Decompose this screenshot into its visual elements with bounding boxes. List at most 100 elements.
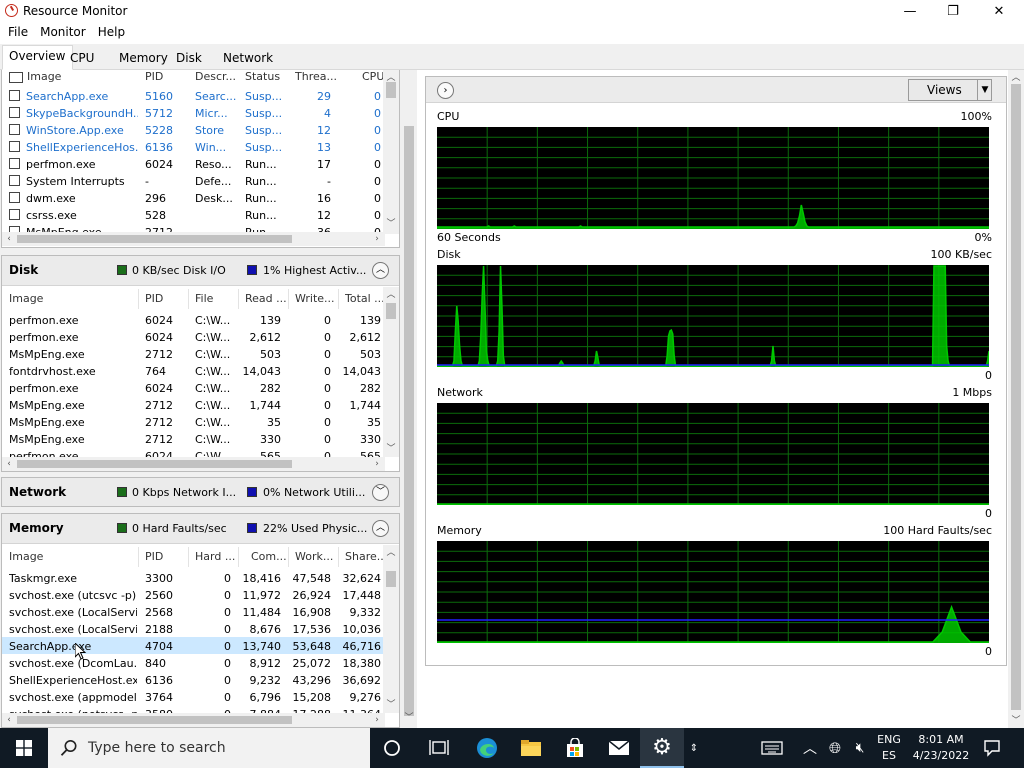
- col-hard-faults[interactable]: Hard ...: [195, 550, 235, 563]
- row-checkbox[interactable]: [9, 107, 20, 118]
- memory-panel-header[interactable]: Memory 0 Hard Faults/sec 22% Used Physic…: [2, 514, 399, 544]
- table-row[interactable]: MsMpEng.exe 2712 C:\W... 330 0 330: [2, 430, 385, 447]
- scroll-thumb[interactable]: [404, 126, 414, 716]
- table-row[interactable]: dwm.exe 296 Desk... Run... 16 0: [2, 189, 385, 206]
- memory-vscroll[interactable]: ︿ ﹀: [383, 545, 399, 713]
- table-row[interactable]: perfmon.exe 6024 C:\W... 282 0 282: [2, 379, 385, 396]
- scroll-left-arrow[interactable]: ‹: [2, 457, 16, 471]
- memory-hscroll[interactable]: ‹ ›: [2, 713, 385, 727]
- dropdown-arrow-icon[interactable]: ▼: [977, 80, 992, 100]
- col-total[interactable]: Total ...: [345, 292, 385, 305]
- action-center-keyboard-button[interactable]: [752, 728, 792, 768]
- notifications-button[interactable]: [975, 728, 1009, 768]
- views-button[interactable]: Views ▼: [908, 79, 992, 101]
- expand-chevron-icon[interactable]: ﹀: [372, 484, 389, 501]
- left-pane-vscroll[interactable]: ﹀: [401, 70, 417, 728]
- table-row[interactable]: System Interrupts - Defe... Run... - 0: [2, 172, 385, 189]
- maximize-button[interactable]: ❐: [930, 0, 976, 22]
- table-row[interactable]: svchost.exe (DcomLau... 840 0 8,912 25,072 18…: [2, 654, 385, 671]
- row-checkbox[interactable]: [9, 124, 20, 135]
- scroll-down-arrow[interactable]: ﹀: [401, 710, 417, 724]
- table-row[interactable]: fontdrvhost.exe 764 C:\W... 14,043 0 14,043: [2, 362, 385, 379]
- row-checkbox[interactable]: [9, 141, 20, 152]
- taskbar-search-box[interactable]: Type here to search: [48, 728, 370, 768]
- table-row[interactable]: perfmon.exe 6024 C:\W... 2,612 0 2,612: [2, 328, 385, 345]
- col-pid[interactable]: PID: [145, 70, 163, 83]
- collapse-graphs-arrow-icon[interactable]: ›: [437, 82, 454, 99]
- col-read[interactable]: Read ...: [245, 292, 287, 305]
- scroll-thumb[interactable]: [1011, 84, 1021, 710]
- tab-disk[interactable]: Disk: [169, 47, 209, 69]
- scroll-up-arrow[interactable]: ︿: [383, 287, 399, 301]
- table-row[interactable]: perfmon.exe 6024 Reso... Run... 17 0: [2, 155, 385, 172]
- col-shareable[interactable]: Share...: [345, 550, 387, 563]
- table-row[interactable]: SearchApp.exe 4704 0 13,740 53,648 46,716: [2, 637, 385, 654]
- table-row[interactable]: ShellExperienceHos... 6136 Win... Susp... 13…: [2, 138, 385, 155]
- scroll-right-arrow[interactable]: ›: [370, 713, 384, 727]
- scroll-thumb[interactable]: [386, 82, 396, 98]
- cpu-hscroll[interactable]: ‹ ›: [2, 232, 385, 246]
- col-threads[interactable]: Threa...: [295, 70, 337, 83]
- disk-panel-header[interactable]: Disk 0 KB/sec Disk I/O 1% Highest Activ.…: [2, 256, 399, 286]
- table-row[interactable]: svchost.exe (appmodel... 3764 0 6,796 15,208…: [2, 688, 385, 705]
- col-status[interactable]: Status: [245, 70, 280, 83]
- select-all-checkbox[interactable]: [9, 72, 23, 83]
- network-globe-icon[interactable]: 🌐︎: [822, 728, 848, 768]
- show-hidden-icons-chevron-icon[interactable]: ︿: [798, 728, 822, 768]
- row-checkbox[interactable]: [9, 158, 20, 169]
- row-checkbox[interactable]: [9, 175, 20, 186]
- table-row[interactable]: Taskmgr.exe 3300 0 18,416 47,548 32,624: [2, 569, 385, 586]
- scroll-up-arrow[interactable]: ︿: [1008, 70, 1024, 84]
- col-description[interactable]: Descr...: [195, 70, 236, 83]
- table-row[interactable]: MsMpEng.exe 2712 C:\W... 1,744 0 1,744: [2, 396, 385, 413]
- col-image[interactable]: Image: [9, 550, 43, 563]
- network-panel-header[interactable]: Network 0 Kbps Network I... 0% Network U…: [2, 478, 399, 506]
- volume-muted-icon[interactable]: 🔇︎: [848, 728, 872, 768]
- resource-monitor-taskbar-button[interactable]: ⚙: [640, 728, 684, 768]
- disk-hscroll[interactable]: ‹ ›: [2, 457, 385, 471]
- col-commit[interactable]: Com...: [251, 550, 287, 563]
- scroll-down-arrow[interactable]: ﹀: [383, 441, 399, 455]
- scroll-down-arrow[interactable]: ﹀: [1008, 713, 1024, 727]
- clock[interactable]: 8:01 AM 4/23/2022: [910, 732, 972, 764]
- table-row[interactable]: svchost.exe (LocalServi... 2188 0 8,676 17,5…: [2, 620, 385, 637]
- table-row[interactable]: csrss.exe 528 Run... 12 0: [2, 206, 385, 223]
- file-explorer-button[interactable]: [509, 728, 553, 768]
- scroll-down-arrow[interactable]: ﹀: [383, 216, 399, 230]
- col-working-set[interactable]: Work...: [295, 550, 333, 563]
- table-row[interactable]: svchost.exe (utcsvc -p) 2560 0 11,972 26,924…: [2, 586, 385, 603]
- task-view-button[interactable]: [417, 728, 461, 768]
- scroll-right-arrow[interactable]: ›: [370, 457, 384, 471]
- scroll-thumb[interactable]: [386, 303, 396, 319]
- edge-browser-button[interactable]: [465, 728, 509, 768]
- table-row[interactable]: perfmon.exe 6024 C:\W... 139 0 139: [2, 311, 385, 328]
- scroll-up-arrow[interactable]: ︿: [383, 545, 399, 559]
- disk-vscroll[interactable]: ︿ ﹀: [383, 287, 399, 457]
- menu-help[interactable]: Help: [94, 22, 133, 44]
- minimize-button[interactable]: —: [887, 0, 933, 22]
- scroll-thumb[interactable]: [17, 460, 292, 468]
- cortana-button[interactable]: [370, 728, 414, 768]
- col-pid[interactable]: PID: [145, 550, 163, 563]
- col-image[interactable]: Image: [27, 70, 61, 83]
- scroll-thumb[interactable]: [17, 716, 292, 724]
- scroll-thumb[interactable]: [386, 571, 396, 587]
- table-row[interactable]: ShellExperienceHost.exe 6136 0 9,232 43,296 3…: [2, 671, 385, 688]
- scroll-right-arrow[interactable]: ›: [370, 232, 384, 246]
- start-button[interactable]: [2, 728, 46, 768]
- col-file[interactable]: File: [195, 292, 213, 305]
- col-pid[interactable]: PID: [145, 292, 163, 305]
- tab-network[interactable]: Network: [216, 47, 280, 69]
- tab-cpu[interactable]: CPU: [63, 47, 101, 69]
- close-button[interactable]: ✕: [976, 0, 1022, 22]
- table-row[interactable]: svchost.exe (LocalServi... 2568 0 11,484 16,…: [2, 603, 385, 620]
- table-row[interactable]: WinStore.App.exe 5228 Store Susp... 12 0: [2, 121, 385, 138]
- col-write[interactable]: Write...: [295, 292, 335, 305]
- store-button[interactable]: [553, 728, 597, 768]
- menu-monitor[interactable]: Monitor: [36, 22, 94, 44]
- scroll-left-arrow[interactable]: ‹: [2, 232, 16, 246]
- table-row[interactable]: MsMpEng.exe 2712 C:\W... 503 0 503: [2, 345, 385, 362]
- cpu-vscroll[interactable]: ︿ ﹀: [383, 70, 399, 234]
- row-checkbox[interactable]: [9, 192, 20, 203]
- graphs-vscroll[interactable]: ︿ ﹀: [1008, 70, 1024, 728]
